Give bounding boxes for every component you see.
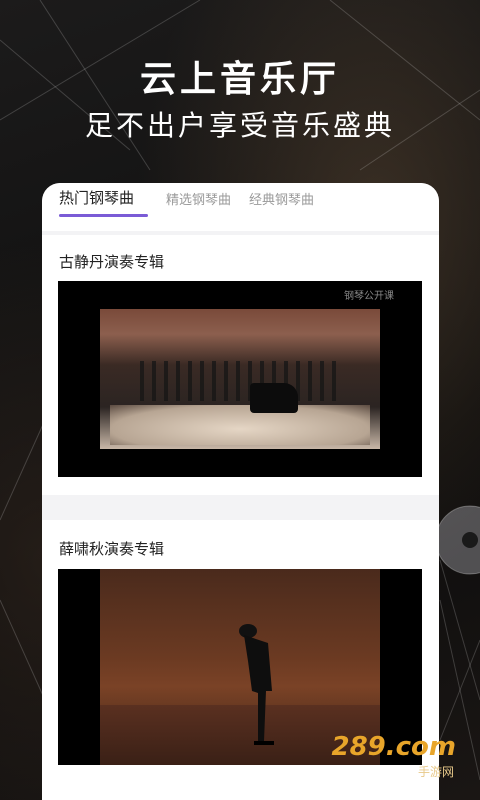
content-card: 热门钢琴曲 精选钢琴曲 经典钢琴曲 古静丹演奏专辑 钢琴公开课 薛啸秋演奏专辑 (42, 183, 439, 800)
tab-hot-piano[interactable]: 热门钢琴曲 (59, 187, 134, 208)
orchestra-chairs (140, 361, 340, 401)
site-logo-subtitle: 手游网 (417, 765, 454, 779)
grand-piano (250, 383, 298, 413)
concert-hall-image (100, 309, 380, 449)
hero-subtitle: 足不出户享受音乐盛典 (84, 109, 395, 142)
album-title-2[interactable]: 薛啸秋演奏专辑 (59, 538, 164, 559)
video-thumbnail-1[interactable]: 钢琴公开课 (58, 281, 422, 477)
hero-title: 云上音乐厅 (139, 59, 340, 100)
stage-floor (110, 405, 370, 445)
album-title-1[interactable]: 古静丹演奏专辑 (59, 251, 164, 272)
video-watermark: 钢琴公开课 (344, 291, 394, 302)
tab-classic-piano[interactable]: 经典钢琴曲 (249, 189, 314, 208)
tab-bar: 热门钢琴曲 精选钢琴曲 经典钢琴曲 (42, 183, 439, 231)
tab-active-indicator (59, 214, 148, 217)
bowing-performer (239, 624, 274, 745)
site-logo: 289.com (331, 732, 456, 762)
album-section-1: 古静丹演奏专辑 钢琴公开课 (42, 235, 439, 495)
tab-selected-piano[interactable]: 精选钢琴曲 (166, 189, 231, 208)
